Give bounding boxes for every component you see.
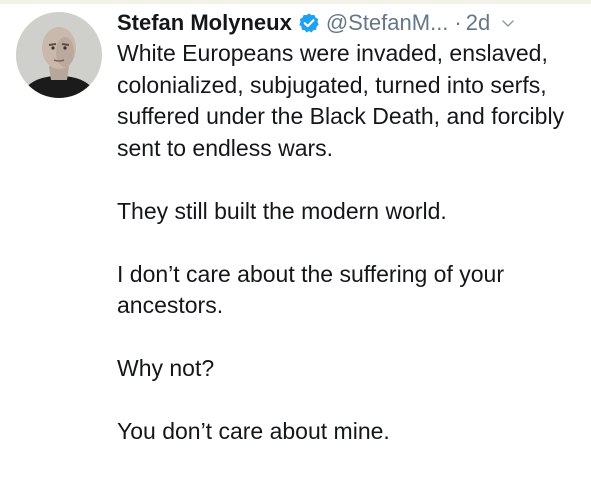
avatar[interactable] [16, 12, 102, 98]
tweet-paragraph: White Europeans were invaded, enslaved, … [117, 40, 565, 161]
user-handle[interactable]: @StefanM... [326, 8, 449, 38]
tweet-paragraph: Why not? [117, 355, 215, 381]
tweet-paragraph: You don’t care about mine. [117, 418, 390, 444]
display-name[interactable]: Stefan Molyneux [117, 8, 292, 38]
tweet-paragraph: I don’t care about the suffering of your… [117, 260, 504, 319]
top-edge-strip [0, 0, 591, 4]
separator-dot: · [454, 10, 462, 35]
tweet-paragraph: They still built the modern world. [117, 197, 447, 224]
chevron-down-icon[interactable] [500, 15, 516, 31]
verified-badge-icon [298, 12, 320, 34]
profile-photo-icon [16, 12, 102, 98]
tweet-text: White Europeans were invaded, enslaved, … [117, 38, 587, 448]
tweet-header: Stefan Molyneux @StefanM... · 2d [117, 6, 587, 40]
timestamp[interactable]: 2d [466, 8, 490, 38]
